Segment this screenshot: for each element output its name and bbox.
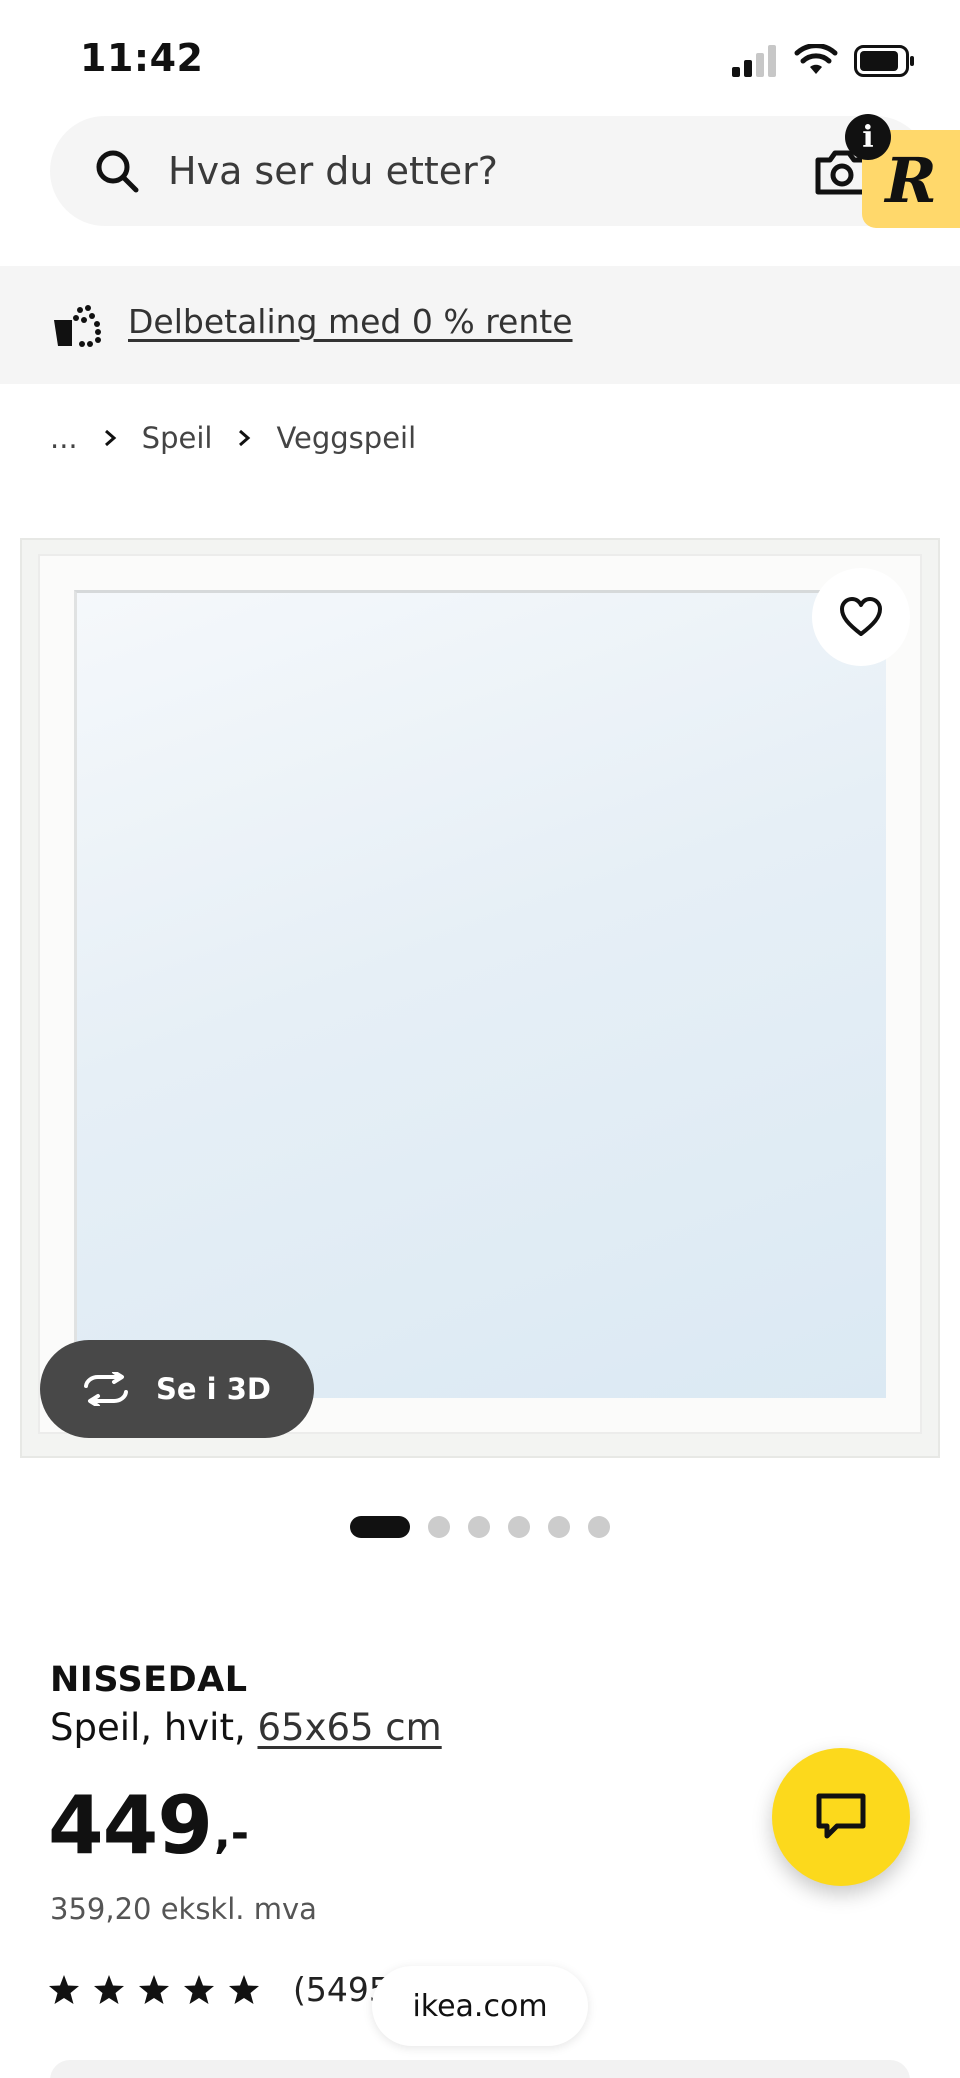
heart-icon: [840, 597, 882, 636]
wifi-icon: [794, 44, 838, 74]
mirror-frame: [38, 554, 922, 1434]
carousel-dot-3[interactable]: [468, 1516, 490, 1538]
price-suffix: ,-: [214, 1808, 249, 1859]
product-price: 449 ,-: [48, 1786, 249, 1866]
star-icon: [229, 1974, 259, 2004]
breadcrumb-ellipsis[interactable]: ...: [50, 421, 78, 455]
chat-bubble-icon: [816, 1793, 866, 1839]
search-icon: [96, 150, 139, 193]
installment-link[interactable]: Delbetaling med 0 % rente: [128, 302, 573, 341]
status-time: 11:42: [80, 36, 204, 80]
price-main: 449: [48, 1779, 213, 1872]
breadcrumb: ... Speil Veggspeil: [50, 418, 416, 458]
status-icons: [732, 44, 916, 78]
breadcrumb-veggspeil[interactable]: Veggspeil: [276, 421, 416, 455]
battery-icon: [854, 45, 914, 77]
chat-button[interactable]: [772, 1748, 910, 1886]
search-input[interactable]: [168, 136, 828, 206]
product-name: NISSEDAL: [50, 1660, 248, 1700]
mirror-glass: [74, 590, 886, 1398]
rotate-3d-icon: [84, 1372, 128, 1406]
search-bar[interactable]: [50, 116, 930, 226]
star-icon: [139, 1974, 169, 2004]
view-in-3d-label: Se i 3D: [156, 1372, 271, 1406]
info-icon[interactable]: i: [845, 114, 891, 160]
product-size-link[interactable]: 65x65 cm: [257, 1706, 441, 1749]
carousel-dot-6[interactable]: [588, 1516, 610, 1538]
chevron-right-icon: [239, 429, 251, 447]
chevron-right-icon: [104, 429, 116, 447]
price-excl-vat: 359,20 ekskl. mva: [50, 1892, 317, 1926]
view-in-3d-button[interactable]: Se i 3D: [40, 1340, 314, 1438]
breadcrumb-speil[interactable]: Speil: [142, 421, 213, 455]
carousel-dots: [350, 1516, 610, 1538]
star-icon: [94, 1974, 124, 2004]
extension-logo-letter: R: [885, 143, 937, 217]
product-rating[interactable]: (5495): [48, 1970, 403, 2009]
bottom-card: [50, 2060, 910, 2078]
carousel-dot-4[interactable]: [508, 1516, 530, 1538]
product-image[interactable]: [20, 538, 940, 1458]
installment-payment-icon: [54, 305, 101, 347]
promo-banner: Delbetaling med 0 % rente: [0, 266, 960, 384]
star-icon: [49, 1974, 79, 2004]
product-description: Speil, hvit, 65x65 cm: [50, 1706, 442, 1749]
carousel-dot-1[interactable]: [350, 1516, 410, 1538]
carousel-dot-2[interactable]: [428, 1516, 450, 1538]
favorite-button[interactable]: [812, 568, 910, 666]
browser-url-pill[interactable]: ikea.com: [372, 1966, 588, 2046]
status-bar: 11:42: [0, 0, 960, 110]
cellular-signal-icon: [732, 45, 776, 77]
carousel-dot-5[interactable]: [548, 1516, 570, 1538]
product-description-text: Speil, hvit,: [50, 1706, 246, 1749]
star-icon: [184, 1974, 214, 2004]
